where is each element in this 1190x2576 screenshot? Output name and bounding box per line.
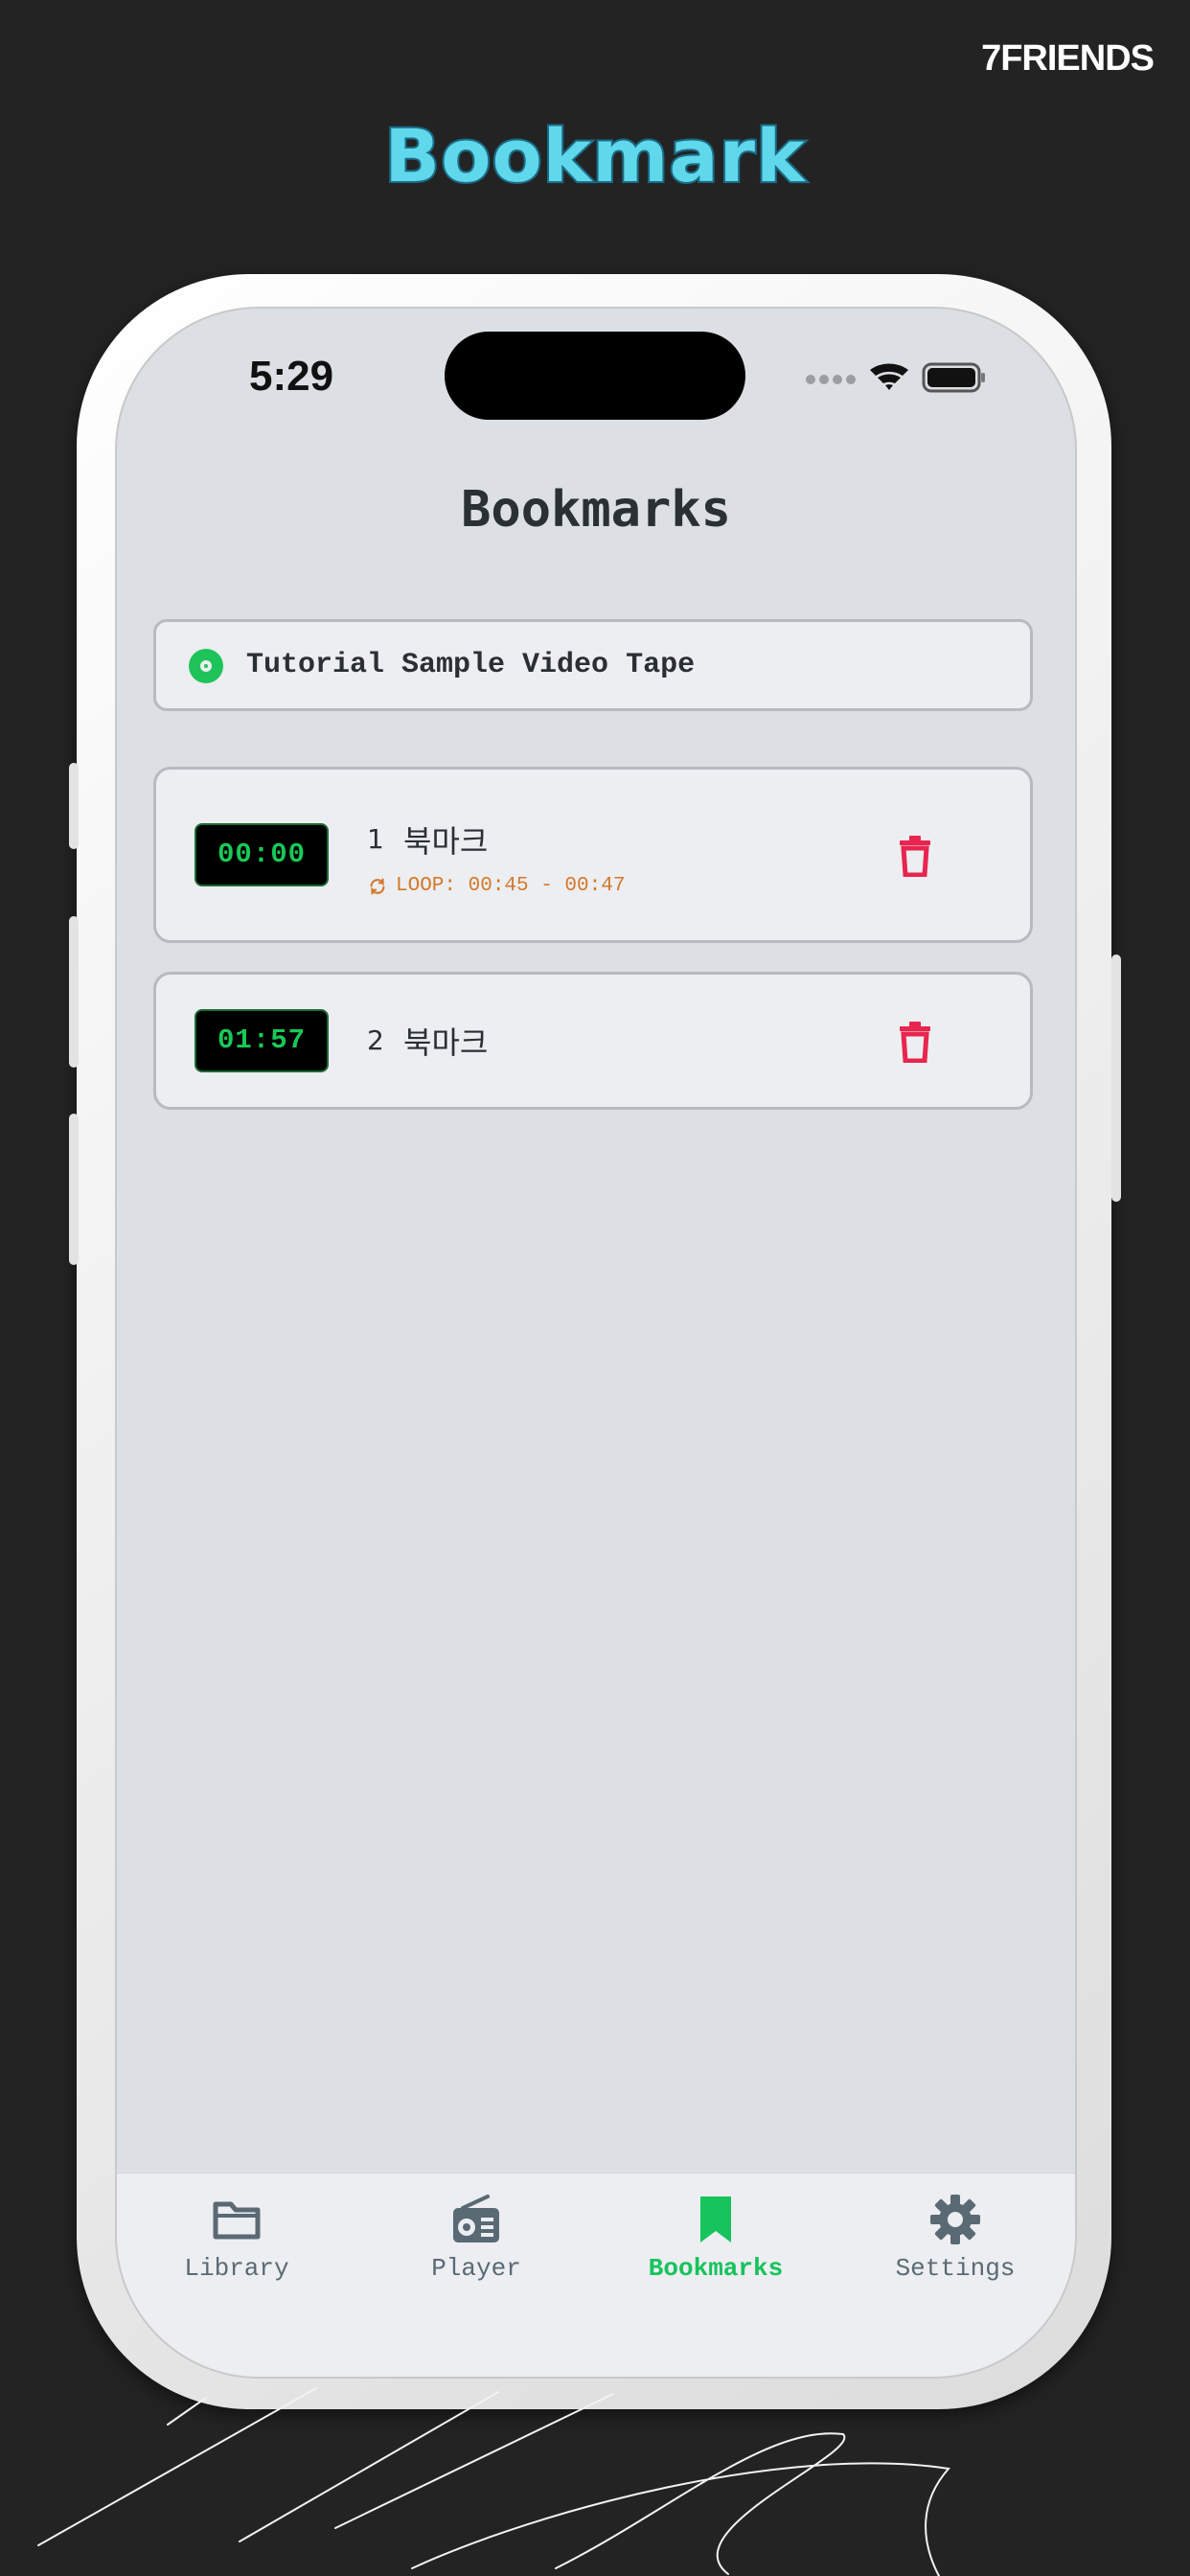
tape-label: Tutorial Sample Video Tape [246, 649, 696, 681]
phone-side-button [69, 763, 79, 849]
bookmark-title: 북마크 [403, 1024, 489, 1061]
status-indicators [801, 358, 993, 401]
loop-range: LOOP: 00:45 - 00:47 [396, 875, 626, 897]
tab-settings[interactable]: Settings [835, 2193, 1075, 2283]
tape-icon [189, 649, 223, 683]
app-screen: 5:29 Bookmarks Tutorial Sample Video Tap… [115, 307, 1077, 2379]
bookmark-icon [700, 2196, 731, 2242]
bookmark-title: 북마크 [403, 823, 489, 860]
decorative-scribble [37, 2387, 950, 2576]
delete-bookmark-icon[interactable] [896, 835, 934, 877]
folder-icon [213, 2201, 261, 2240]
bookmark-item[interactable]: 00:00 1 북마크 LOOP: 00:45 - 00:47 [153, 767, 1033, 943]
bookmark-timecode: 01:57 [195, 1009, 329, 1072]
tab-bar: Library Player Bookmarks Settings [117, 2173, 1075, 2377]
phone-power-button [1111, 954, 1121, 1202]
gear-icon [930, 2195, 980, 2244]
tab-settings-label: Settings [895, 2254, 1016, 2283]
battery-icon [922, 362, 985, 393]
delete-bookmark-icon[interactable] [896, 1021, 934, 1063]
radio-icon [453, 2195, 499, 2242]
bookmark-timecode: 00:00 [195, 823, 329, 886]
phone-volume-up-button [69, 916, 79, 1068]
tab-player[interactable]: Player [356, 2193, 596, 2283]
status-time: 5:29 [249, 353, 334, 400]
bookmark-loop: LOOP: 00:45 - 00:47 [367, 875, 625, 897]
tab-bookmarks[interactable]: Bookmarks [596, 2193, 835, 2283]
tab-player-label: Player [431, 2254, 521, 2283]
tab-library[interactable]: Library [117, 2193, 356, 2283]
signal-icon [806, 375, 856, 384]
loop-icon [370, 878, 385, 894]
wifi-icon [870, 363, 908, 390]
bookmark-number: 1 [367, 823, 384, 855]
bookmark-item[interactable]: 01:57 2 북마크 [153, 972, 1033, 1110]
tab-bookmarks-label: Bookmarks [648, 2254, 784, 2283]
bookmark-number: 2 [367, 1024, 384, 1056]
dynamic-island [445, 332, 745, 420]
phone-volume-down-button [69, 1114, 79, 1265]
promo-title: Bookmark [382, 111, 806, 200]
brand-logo: 7FRIENDS [981, 38, 1155, 79]
tape-selector[interactable]: Tutorial Sample Video Tape [153, 619, 1033, 711]
tab-library-label: Library [184, 2254, 289, 2283]
screen-title: Bookmarks [461, 481, 731, 539]
